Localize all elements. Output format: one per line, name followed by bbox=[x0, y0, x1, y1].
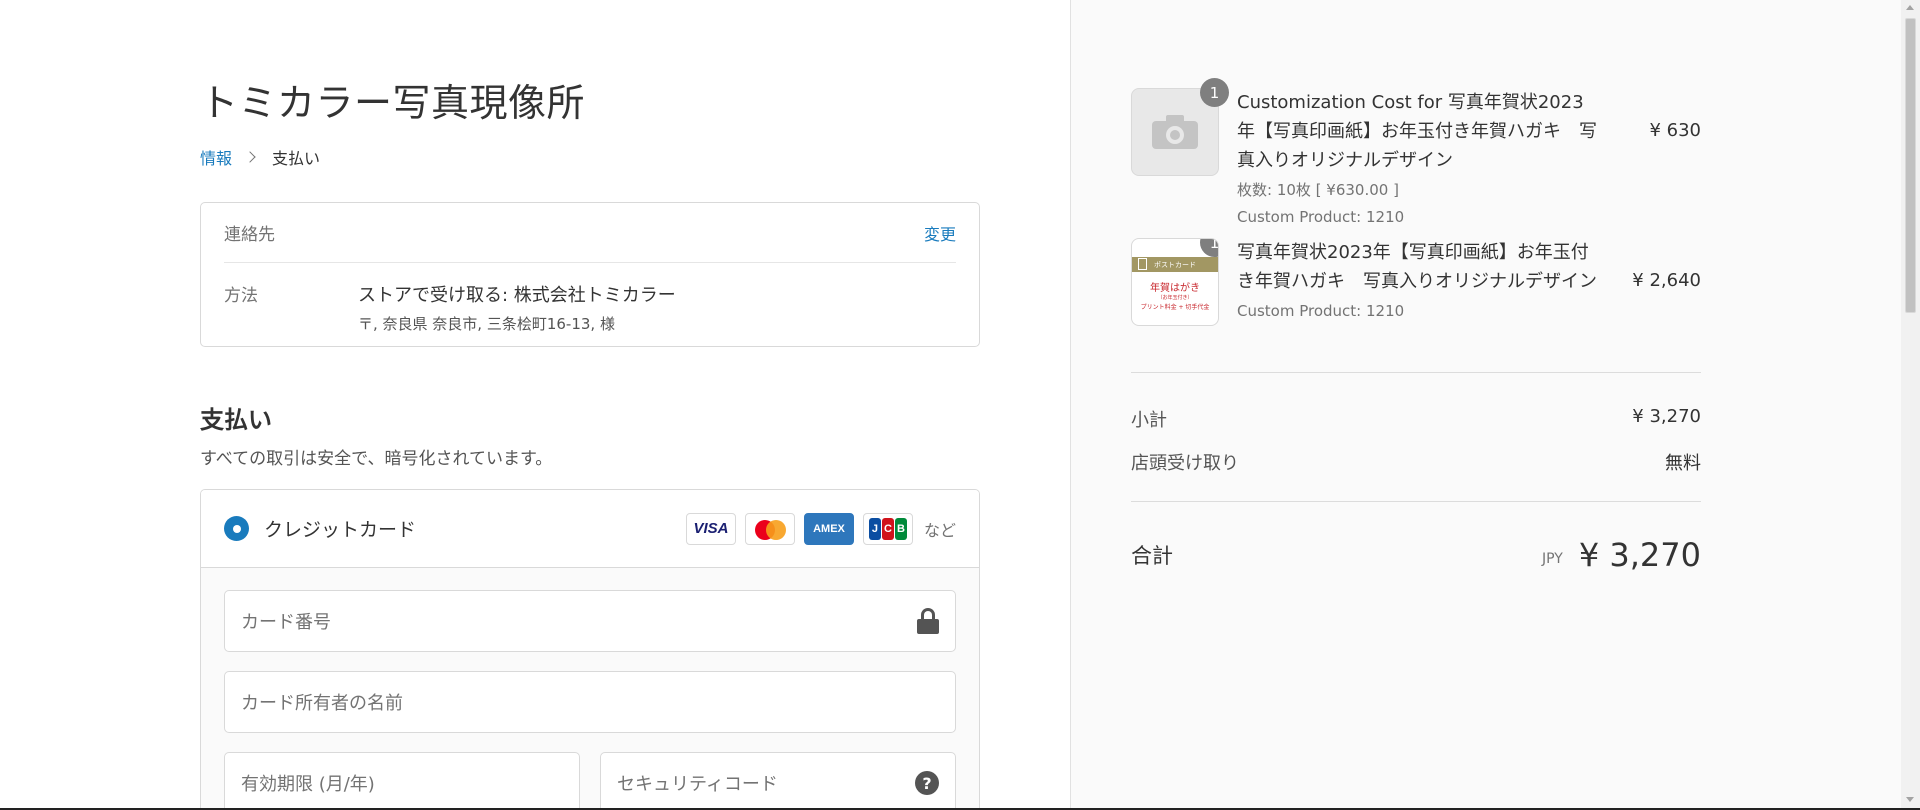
total-label: 合計 bbox=[1131, 544, 1173, 568]
change-contact-link[interactable]: 変更 bbox=[924, 221, 956, 245]
security-code-input[interactable]: セキュリティコード ? bbox=[600, 752, 956, 810]
pickup-row: 店頭受け取り 無料 bbox=[1131, 449, 1701, 475]
divider bbox=[1131, 501, 1701, 502]
credit-card-option[interactable]: クレジットカード VISA AMEX JCB など bbox=[201, 490, 979, 568]
total-row: 合計 JPY ¥ 3,270 bbox=[1131, 536, 1701, 574]
shop-title: トミカラー写真現像所 bbox=[200, 81, 586, 125]
visa-icon: VISA bbox=[685, 512, 736, 545]
method-address: 〒, 奈良県 奈良市, 三条桧町16-13, 様 bbox=[358, 315, 615, 333]
item-name: Customization Cost for 写真年賀状2023年【写真印画紙】… bbox=[1237, 92, 1597, 171]
card-fields: カード番号 カード所有者の名前 有効期限 (月/年) セキュリティコード ? bbox=[201, 568, 979, 810]
page-scrollbar[interactable] bbox=[1901, 0, 1920, 810]
subtotal-row: 小計 ¥ 3,270 bbox=[1131, 406, 1701, 432]
stamp-icon bbox=[1138, 258, 1147, 270]
scroll-up-icon[interactable] bbox=[1906, 5, 1914, 10]
contact-label: 連絡先 bbox=[224, 225, 275, 245]
credit-card-radio[interactable] bbox=[224, 516, 249, 541]
subtotal-label: 小計 bbox=[1131, 410, 1167, 431]
item-price: ¥ 2,640 bbox=[1632, 270, 1701, 291]
subtotal-value: ¥ 3,270 bbox=[1632, 406, 1701, 427]
breadcrumb-current: 支払い bbox=[272, 149, 321, 168]
pickup-label: 店頭受け取り bbox=[1131, 453, 1239, 474]
cart-item: ポストカード 年賀はがき （お年玉付き） プリント料金 + 切手代金 1 写真年… bbox=[1131, 238, 1701, 348]
item-meta: Custom Product: 1210 bbox=[1237, 302, 1405, 320]
chevron-right-icon bbox=[244, 151, 256, 163]
card-number-placeholder: カード番号 bbox=[241, 612, 331, 633]
postcard-line: 年賀はがき bbox=[1150, 283, 1200, 294]
help-icon[interactable]: ? bbox=[915, 771, 939, 795]
payment-subtitle: すべての取引は安全で、暗号化されています。 bbox=[200, 449, 553, 469]
lock-icon bbox=[917, 608, 939, 634]
more-cards-label: など bbox=[923, 520, 956, 540]
scrollbar-thumb[interactable] bbox=[1905, 18, 1916, 313]
payment-method-box: クレジットカード VISA AMEX JCB など カード番号 カード所有者の名… bbox=[200, 489, 980, 810]
payment-title: 支払い bbox=[200, 406, 272, 434]
method-label: 方法 bbox=[224, 286, 258, 306]
item-thumbnail: ポストカード 年賀はがき （お年玉付き） プリント料金 + 切手代金 1 bbox=[1131, 238, 1219, 326]
checkout-main: トミカラー写真現像所 情報 支払い 連絡先 変更 方法 ストアで受け取る: 株式… bbox=[0, 0, 1070, 810]
card-number-input[interactable]: カード番号 bbox=[224, 590, 956, 652]
contact-row: 連絡先 変更 bbox=[224, 203, 956, 263]
quantity-badge: 1 bbox=[1200, 239, 1218, 257]
credit-card-label: クレジットカード bbox=[264, 519, 417, 541]
mastercard-icon bbox=[744, 512, 795, 545]
method-details: ストアで受け取る: 株式会社トミカラー 〒, 奈良県 奈良市, 三条桧町16-1… bbox=[358, 281, 676, 334]
review-box: 連絡先 変更 方法 ストアで受け取る: 株式会社トミカラー 〒, 奈良県 奈良市… bbox=[200, 202, 980, 347]
card-name-input[interactable]: カード所有者の名前 bbox=[224, 671, 956, 733]
card-name-placeholder: カード所有者の名前 bbox=[241, 693, 403, 714]
item-meta: 枚数: 10枚 [ ¥630.00 ] bbox=[1237, 181, 1399, 199]
cart-item: 1 Customization Cost for 写真年賀状2023年【写真印画… bbox=[1131, 78, 1701, 226]
breadcrumb-info-link[interactable]: 情報 bbox=[200, 145, 232, 169]
currency-code: JPY bbox=[1542, 551, 1563, 567]
security-placeholder: セキュリティコード bbox=[617, 774, 778, 795]
item-name: 写真年賀状2023年【写真印画紙】お年玉付き年賀ハガキ 写真入りオリジナルデザイ… bbox=[1237, 242, 1597, 292]
postcard-line: プリント料金 + 切手代金 bbox=[1140, 304, 1210, 311]
item-info: 写真年賀状2023年【写真印画紙】お年玉付き年賀ハガキ 写真入りオリジナルデザイ… bbox=[1237, 238, 1597, 321]
method-value: ストアで受け取る: 株式会社トミカラー bbox=[358, 285, 676, 306]
pickup-value: 無料 bbox=[1665, 453, 1701, 474]
breadcrumb: 情報 支払い bbox=[200, 145, 320, 169]
camera-icon bbox=[1152, 115, 1198, 149]
postcard-line: （お年玉付き） bbox=[1157, 295, 1193, 301]
expiry-input[interactable]: 有効期限 (月/年) bbox=[224, 752, 580, 810]
expiry-placeholder: 有効期限 (月/年) bbox=[241, 774, 375, 795]
item-thumbnail: 1 bbox=[1131, 78, 1229, 176]
item-info: Customization Cost for 写真年賀状2023年【写真印画紙】… bbox=[1237, 88, 1597, 227]
total-value: ¥ 3,270 bbox=[1578, 536, 1701, 574]
method-row: 方法 ストアで受け取る: 株式会社トミカラー 〒, 奈良県 奈良市, 三条桧町1… bbox=[224, 263, 956, 334]
card-brands: VISA AMEX JCB など bbox=[685, 512, 956, 545]
amex-icon: AMEX bbox=[803, 512, 854, 545]
item-meta: Custom Product: 1210 bbox=[1237, 208, 1405, 226]
quantity-badge: 1 bbox=[1200, 78, 1229, 107]
jcb-icon: JCB bbox=[862, 512, 913, 545]
item-price: ¥ 630 bbox=[1649, 120, 1701, 141]
divider bbox=[1131, 372, 1701, 373]
scroll-down-icon[interactable] bbox=[1906, 797, 1914, 802]
radio-dot-icon bbox=[232, 524, 241, 533]
